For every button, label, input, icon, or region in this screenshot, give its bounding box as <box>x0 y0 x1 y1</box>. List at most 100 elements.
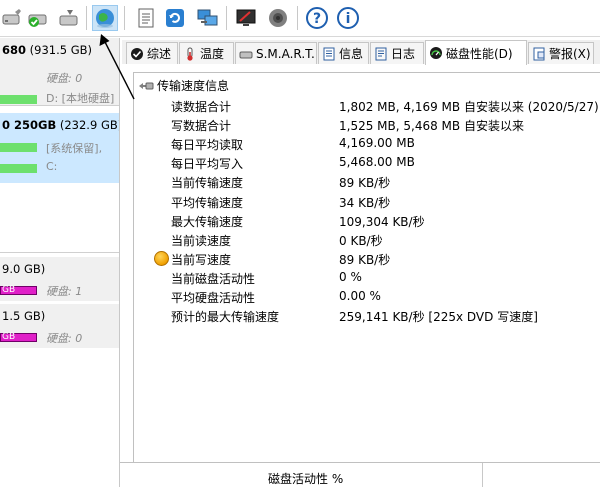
performance-row[interactable]: 每日平均读取 4,169.00 MB <box>134 134 600 153</box>
tab-alerts[interactable]: 警报(X) <box>528 42 594 64</box>
tab-temperature[interactable]: 温度 <box>179 42 234 64</box>
disk-entry-3[interactable]: 9.0 GB) GB 硬盘: 1 <box>0 257 119 301</box>
performance-row[interactable]: 当前写速度 89 KB/秒 <box>134 249 600 268</box>
transfer-speed-header[interactable]: 传输速度信息 <box>138 77 229 94</box>
toolbar-separator <box>86 6 87 30</box>
tab-label: 温度 <box>200 47 225 61</box>
section-title: 传输速度信息 <box>157 79 230 93</box>
svg-text:?: ? <box>313 11 321 27</box>
performance-row[interactable]: 当前读速度 0 KB/秒 <box>134 230 600 249</box>
row-label: 当前传输速度 <box>171 176 244 191</box>
tab-info[interactable]: 信息 <box>318 42 369 64</box>
drive-wrench-icon[interactable] <box>56 5 82 31</box>
performance-row[interactable]: 预计的最大传输速度 259,141 KB/秒 [225x DVD 写速度] <box>134 306 600 325</box>
drive-icon <box>139 82 154 89</box>
document-icon <box>323 47 335 60</box>
performance-row[interactable]: 最大传输速度 109,304 KB/秒 <box>134 211 600 230</box>
tab-smart[interactable]: S.M.A.R.T. <box>235 42 317 64</box>
partition-bar <box>0 143 37 152</box>
partition-label: [系统保留], <box>46 142 103 155</box>
gauge-icon <box>430 47 442 59</box>
row-label: 每日平均写入 <box>171 157 244 172</box>
tab-disk-performance[interactable]: 磁盘性能(D) <box>425 40 527 65</box>
disk-list-panel: 680 (931.5 GB) 硬盘: 0 D: [本地硬盘] 0 250GB (… <box>0 38 120 487</box>
globe-icon[interactable] <box>92 5 118 31</box>
tab-label: 警报(X) <box>549 47 591 61</box>
performance-panel: 传输速度信息 读数据合计 1,802 MB, 4,169 MB 自安装以来 (20… <box>133 72 600 462</box>
check-icon <box>131 47 143 60</box>
tab-log[interactable]: 日志 <box>370 42 424 64</box>
row-value: 1,802 MB, 4,169 MB 自安装以来 (2020/5/27) <box>339 100 599 114</box>
disk-divider <box>0 105 119 106</box>
app-window: ? i 680 (931.5 GB) 硬盘: 0 D: [本地硬盘] 0 250… <box>0 0 600 487</box>
performance-row[interactable]: 当前磁盘活动性 0 % <box>134 268 600 287</box>
toolbar: ? i <box>0 0 600 37</box>
toolbar-separator <box>297 6 298 30</box>
row-value: 1,525 MB, 5,468 MB 自安装以来 <box>339 119 524 134</box>
performance-row[interactable]: 当前传输速度 89 KB/秒 <box>134 172 600 191</box>
performance-row[interactable]: 平均传输速度 34 KB/秒 <box>134 192 600 211</box>
disk-title: 1.5 GB) <box>2 309 46 323</box>
disk-entry-4[interactable]: 1.5 GB) GB 硬盘: 0 <box>0 304 119 348</box>
partition-bar <box>0 164 37 173</box>
alert-icon <box>533 47 545 60</box>
performance-row[interactable]: 每日平均写入 5,468.00 MB <box>134 153 600 172</box>
disk-number-label: 硬盘: 0 <box>46 72 83 85</box>
row-label: 最大传输速度 <box>171 214 244 229</box>
network-computer-icon[interactable] <box>194 5 220 31</box>
tab-summary[interactable]: 综述 <box>126 42 178 64</box>
row-value: 109,304 KB/秒 <box>339 214 425 229</box>
row-value: 89 KB/秒 <box>339 252 391 267</box>
disk-divider <box>0 252 119 253</box>
partition-bar: GB <box>0 333 37 342</box>
row-value: 0 % <box>339 269 362 284</box>
disk-title: 680 (931.5 GB) <box>2 43 93 57</box>
partition-bar <box>0 95 37 104</box>
row-value: 0.00 % <box>339 289 381 303</box>
row-value: 5,468.00 MB <box>339 155 415 170</box>
disk-number-label: 硬盘: 1 <box>46 285 83 298</box>
help-icon[interactable]: ? <box>304 5 330 31</box>
row-label: 读数据合计 <box>171 100 232 114</box>
disk-entry-1[interactable]: 680 (931.5 GB) 硬盘: 0 D: [本地硬盘] <box>0 38 119 105</box>
refresh-icon[interactable] <box>162 5 188 31</box>
disk-title: 9.0 GB) <box>2 262 46 276</box>
tab-label: 日志 <box>391 47 416 61</box>
partition-bar: GB <box>0 286 37 295</box>
activity-graph-title: 磁盘活动性 % <box>268 472 344 486</box>
svg-text:i: i <box>346 11 351 27</box>
info-icon[interactable]: i <box>335 5 361 31</box>
tab-label: 信息 <box>339 47 364 61</box>
drive-icon[interactable] <box>0 5 26 31</box>
row-label: 写数据合计 <box>171 119 232 134</box>
monitor-edit-icon[interactable] <box>233 5 259 31</box>
row-label: 预计的最大传输速度 <box>171 310 280 325</box>
performance-row[interactable]: 平均硬盘活动性 0.00 % <box>134 287 600 306</box>
disk-entry-2[interactable]: 0 250GB (232.9 GB) [系统保留], C: <box>0 113 119 183</box>
row-value: 0 KB/秒 <box>339 233 383 248</box>
row-label: 当前磁盘活动性 <box>171 271 256 286</box>
activity-graph-header: 磁盘活动性 % <box>120 462 600 487</box>
row-label: 每日平均读取 <box>171 138 244 153</box>
log-icon <box>375 47 387 60</box>
performance-row[interactable]: 写数据合计 1,525 MB, 5,468 MB 自安装以来 <box>134 115 600 134</box>
partition-label: D: [本地硬盘] <box>46 92 115 105</box>
status-indicator-icon <box>154 250 169 266</box>
thermometer-icon <box>187 47 193 61</box>
toolbar-separator <box>124 6 125 30</box>
row-value: 89 KB/秒 <box>339 176 391 191</box>
drive-icon <box>239 51 253 58</box>
row-label: 当前读速度 <box>171 233 232 248</box>
partition-label: C: <box>46 160 58 173</box>
document-icon[interactable] <box>133 5 159 31</box>
tab-label: 磁盘性能(D) <box>446 46 513 61</box>
tab-label: S.M.A.R.T. <box>256 46 315 61</box>
speaker-icon[interactable] <box>265 5 291 31</box>
disk-title: 0 250GB (232.9 GB) <box>2 118 120 132</box>
drive-check-icon[interactable] <box>25 5 51 31</box>
graph-divider <box>482 463 483 487</box>
row-value: 259,141 KB/秒 [225x DVD 写速度] <box>339 310 538 325</box>
performance-row[interactable]: 读数据合计 1,802 MB, 4,169 MB 自安装以来 (2020/5/27… <box>134 96 600 115</box>
row-label: 当前写速度 <box>171 252 232 267</box>
row-value: 4,169.00 MB <box>339 136 415 151</box>
